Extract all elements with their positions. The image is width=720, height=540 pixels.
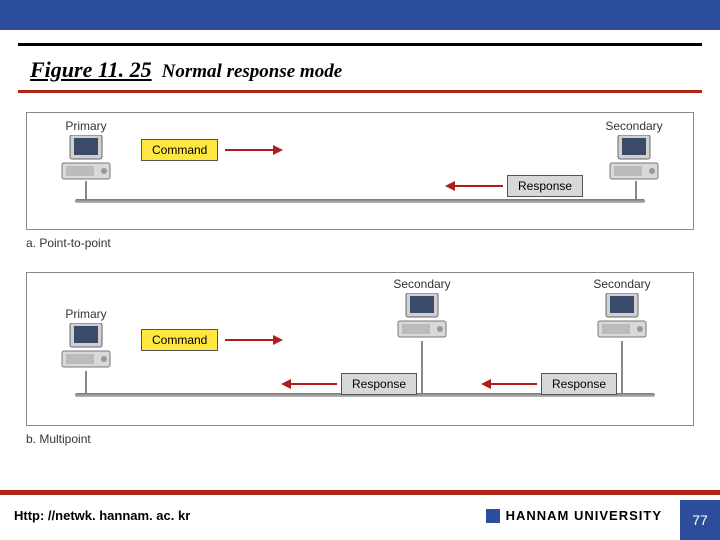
page-number: 77 — [680, 500, 720, 540]
response-box: Response — [507, 175, 583, 197]
secondary-computer: Secondary — [599, 119, 669, 183]
figure-title-row: Figure 11. 25 Normal response mode — [30, 57, 690, 83]
secondary-label-1: Secondary — [387, 277, 457, 291]
secondary-label-2: Secondary — [587, 277, 657, 291]
university-name: HANNAM UNIVERSITY — [506, 508, 662, 523]
secondary-computer-2: Secondary — [587, 277, 657, 341]
cable-drop — [635, 181, 637, 199]
university-logo-icon — [486, 509, 500, 523]
footer-university: HANNAM UNIVERSITY — [486, 508, 662, 523]
arrow-left-icon — [443, 179, 503, 193]
title-rule-top — [18, 43, 702, 46]
arrow-left-icon — [479, 377, 537, 391]
primary-computer: Primary — [51, 119, 121, 183]
primary-computer: Primary — [51, 307, 121, 371]
panel-a-caption: a. Point-to-point — [26, 236, 111, 250]
panel-b-caption: b. Multipoint — [26, 432, 91, 446]
response-label: Response — [518, 179, 572, 193]
computer-icon — [392, 293, 452, 341]
arrow-right-icon — [225, 143, 285, 157]
primary-label: Primary — [51, 119, 121, 133]
title-rule-bottom — [18, 90, 702, 93]
cable-drop — [621, 341, 623, 393]
panel-multipoint: Primary Secondary Secondary — [26, 272, 694, 426]
secondary-label: Secondary — [599, 119, 669, 133]
page-number-value: 77 — [692, 512, 708, 528]
figure-title: Normal response mode — [162, 61, 343, 83]
computer-icon — [56, 323, 116, 371]
response-label-2: Response — [552, 377, 606, 391]
footer-url: Http: //netwk. hannam. ac. kr — [14, 508, 190, 523]
cable-drop — [85, 181, 87, 199]
command-label: Command — [152, 143, 207, 157]
top-blue-bar — [0, 0, 720, 30]
response-box-2: Response — [541, 373, 617, 395]
arrow-right-icon — [225, 333, 285, 347]
cable-drop — [85, 371, 87, 393]
command-label: Command — [152, 333, 207, 347]
network-cable — [75, 199, 645, 203]
panel-point-to-point: Primary Secondary Command Response — [26, 112, 694, 230]
response-label-1: Response — [352, 377, 406, 391]
footer-rule — [0, 490, 720, 495]
figure-number: Figure 11. 25 — [30, 57, 152, 83]
cable-drop — [421, 341, 423, 393]
secondary-computer-1: Secondary — [387, 277, 457, 341]
command-box: Command — [141, 329, 218, 351]
computer-icon — [604, 135, 664, 183]
arrow-left-icon — [279, 377, 337, 391]
computer-icon — [56, 135, 116, 183]
primary-label: Primary — [51, 307, 121, 321]
command-box: Command — [141, 139, 218, 161]
response-box-1: Response — [341, 373, 417, 395]
computer-icon — [592, 293, 652, 341]
